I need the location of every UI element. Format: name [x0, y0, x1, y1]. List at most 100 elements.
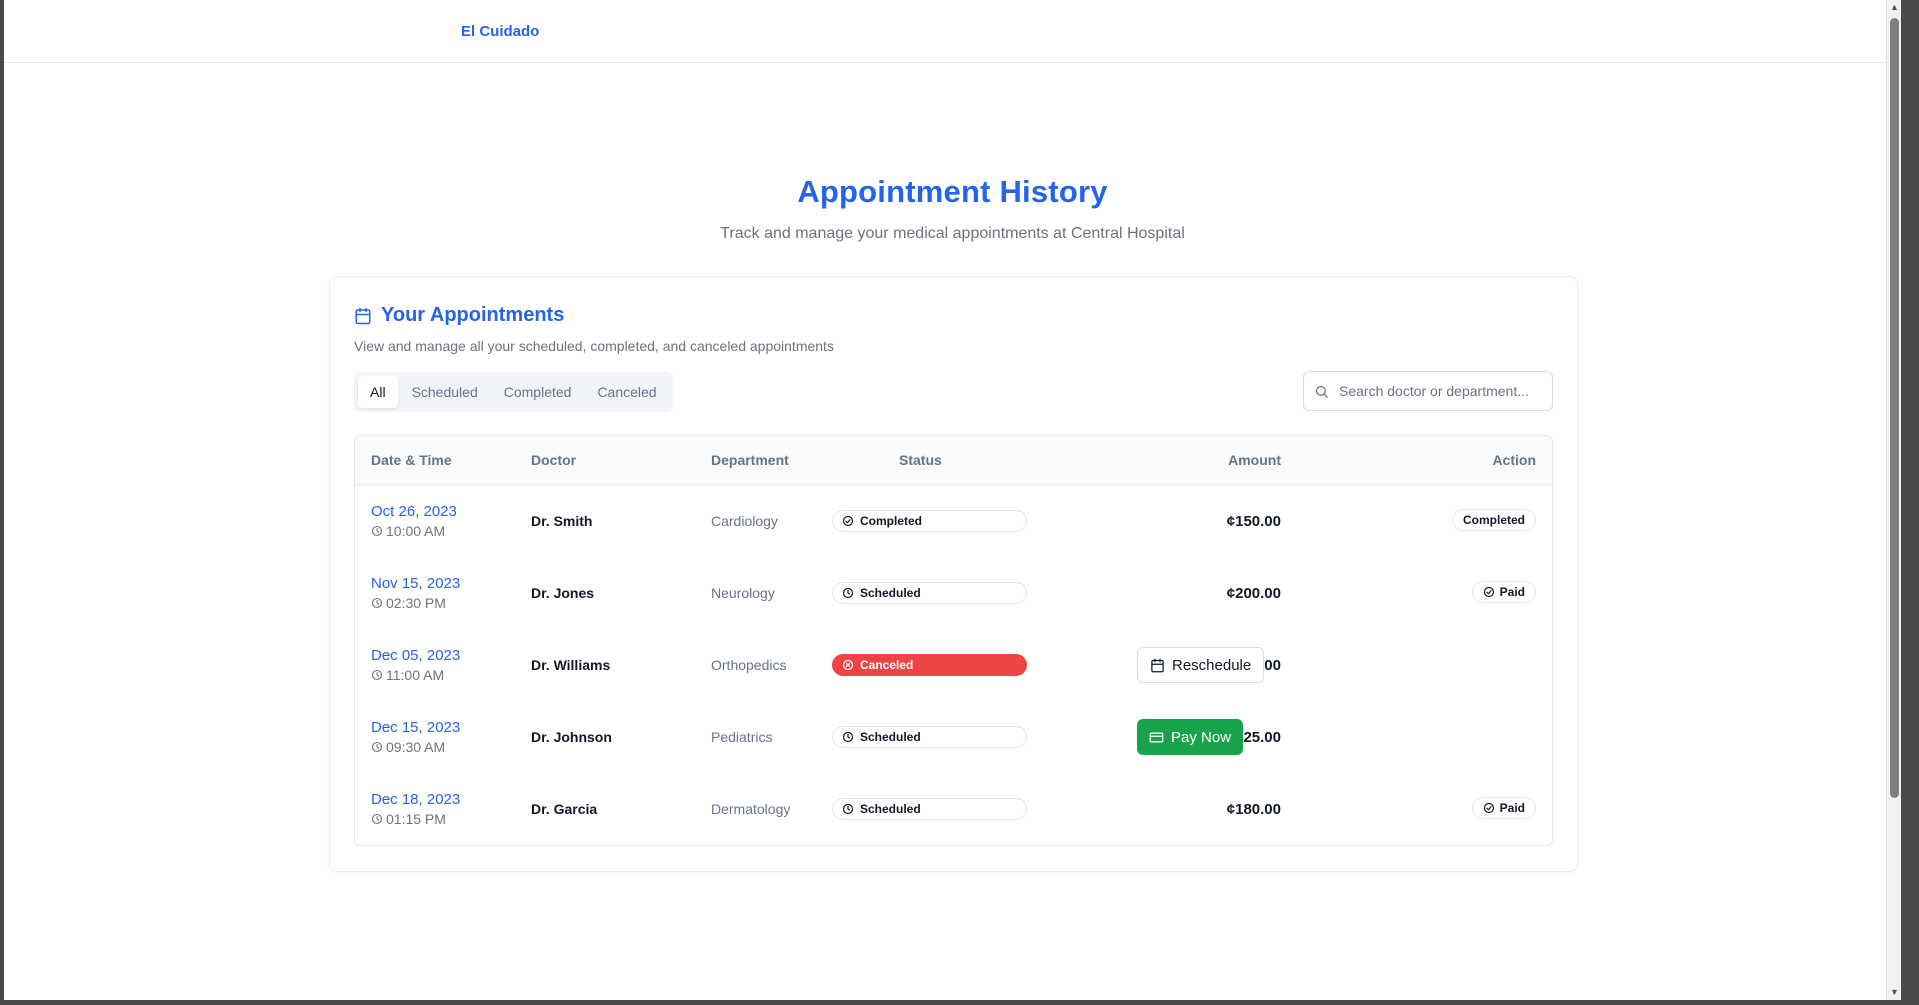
department-cell: Neurology: [711, 585, 775, 601]
doctor-cell: Dr. Jones: [531, 585, 595, 601]
department-cell: Orthopedics: [711, 657, 787, 673]
department-cell: Dermatology: [711, 801, 791, 817]
appointment-time: 11:00 AM: [371, 667, 460, 683]
appointment-time: 09:30 AM: [371, 739, 460, 755]
scrollbar-thumb[interactable]: [1890, 18, 1899, 798]
reschedule-button[interactable]: Reschedule: [1137, 647, 1265, 683]
credit-card-icon: [1149, 730, 1164, 745]
time-label: 10:00 AM: [386, 523, 446, 539]
date-cell: Oct 26, 2023 10:00 AM: [371, 503, 457, 539]
appointment-date: Dec 15, 2023: [371, 719, 461, 736]
amount-cell: ¢180.00: [1226, 801, 1281, 818]
pay-now-label: Pay Now: [1171, 728, 1232, 746]
table-row: Nov 15, 2023 02:30 PM Dr. Jones Neurolog…: [355, 557, 1552, 629]
hero: Appointment History Track and manage you…: [4, 174, 1901, 243]
card-title: Your Appointments: [381, 304, 565, 326]
page-scrollbar[interactable]: ▲ ▼: [1886, 0, 1901, 1000]
search-icon: [1314, 384, 1329, 399]
card-header: Your Appointments: [354, 304, 564, 327]
x-circle-icon: [842, 659, 854, 671]
status-badge: Completed: [832, 510, 1027, 532]
time-label: 09:30 AM: [386, 739, 446, 755]
appointment-time: 01:15 PM: [371, 811, 460, 827]
doctor-cell: Dr. Johnson: [531, 729, 612, 745]
header-action: Action: [1492, 452, 1536, 468]
paid-badge: Paid: [1471, 797, 1536, 819]
clock-icon: [842, 587, 854, 599]
appointment-date: Dec 18, 2023: [371, 791, 461, 808]
search-input[interactable]: [1339, 383, 1539, 399]
clock-icon: [842, 803, 854, 815]
page-title: Appointment History: [797, 174, 1108, 209]
status-label: Scheduled: [860, 730, 921, 744]
clock-icon: [371, 741, 383, 753]
header-date: Date & Time: [371, 452, 452, 468]
department-cell: Cardiology: [711, 513, 778, 529]
tab-completed[interactable]: Completed: [492, 376, 584, 408]
search-box[interactable]: [1303, 371, 1553, 411]
doctor-cell: Dr. Garcia: [531, 801, 598, 817]
time-label: 01:15 PM: [386, 811, 446, 827]
tab-all[interactable]: All: [358, 376, 398, 408]
appointment-date: Oct 26, 2023: [371, 503, 457, 520]
completed-badge: Completed: [1451, 509, 1536, 531]
date-cell: Dec 15, 2023 09:30 AM: [371, 719, 460, 755]
table-row: Dec 15, 2023 09:30 AM Dr. Johnson Pediat…: [355, 701, 1552, 773]
table-row: Dec 05, 2023 11:00 AM Dr. Williams Ortho…: [355, 629, 1552, 701]
status-label: Scheduled: [860, 586, 921, 600]
status-label: Scheduled: [860, 802, 921, 816]
doctor-cell: Dr. Smith: [531, 513, 593, 529]
date-cell: Nov 15, 2023 02:30 PM: [371, 575, 460, 611]
date-cell: Dec 05, 2023 11:00 AM: [371, 647, 460, 683]
status-label: Canceled: [860, 658, 914, 672]
paid-label: Paid: [1499, 585, 1525, 599]
appointments-card: Your Appointments View and manage all yo…: [329, 276, 1578, 872]
top-nav: El Cuidado: [4, 0, 1901, 63]
paid-badge: Paid: [1471, 581, 1536, 603]
appointments-table: Date & Time Doctor Department Status Amo…: [354, 435, 1553, 846]
reschedule-label: Reschedule: [1172, 656, 1252, 674]
calendar-icon: [354, 307, 372, 325]
filter-tabs: All Scheduled Completed Canceled: [354, 372, 673, 412]
appointment-date: Dec 05, 2023: [371, 647, 461, 664]
browser-window: El Cuidado Appointment History Track and…: [4, 0, 1901, 1000]
amount-cell: ¢200.00: [1226, 585, 1281, 602]
appointment-date: Nov 15, 2023: [371, 575, 461, 592]
clock-icon: [371, 813, 383, 825]
pay-now-button[interactable]: Pay Now: [1137, 719, 1244, 755]
appointment-time: 10:00 AM: [371, 523, 457, 539]
check-circle-icon: [842, 515, 854, 527]
time-label: 11:00 AM: [386, 667, 445, 683]
amount-cell: ¢150.00: [1226, 513, 1281, 530]
card-description: View and manage all your scheduled, comp…: [354, 338, 834, 354]
paid-label: Paid: [1499, 801, 1525, 815]
status-badge: Scheduled: [832, 798, 1027, 820]
time-label: 02:30 PM: [386, 595, 446, 611]
header-status: Status: [899, 452, 942, 468]
status-badge: Canceled: [832, 654, 1027, 676]
doctor-cell: Dr. Williams: [531, 657, 611, 673]
scroll-down-icon[interactable]: ▼: [1889, 987, 1900, 998]
tab-canceled[interactable]: Canceled: [585, 376, 668, 408]
table-header: Date & Time Doctor Department Status Amo…: [355, 436, 1552, 485]
appointment-time: 02:30 PM: [371, 595, 460, 611]
status-badge: Scheduled: [832, 726, 1027, 748]
header-amount: Amount: [1228, 452, 1281, 468]
brand-link[interactable]: El Cuidado: [461, 23, 539, 40]
check-circle-icon: [1483, 802, 1495, 814]
calendar-icon: [1150, 658, 1165, 673]
check-circle-icon: [1483, 586, 1495, 598]
tab-scheduled[interactable]: Scheduled: [400, 376, 490, 408]
status-badge: Scheduled: [832, 582, 1027, 604]
table-row: Dec 18, 2023 01:15 PM Dr. Garcia Dermato…: [355, 773, 1552, 845]
table-row: Oct 26, 2023 10:00 AM Dr. Smith Cardiolo…: [355, 485, 1552, 557]
page-subtitle: Track and manage your medical appointmen…: [720, 225, 1185, 242]
scroll-up-icon[interactable]: ▲: [1889, 2, 1900, 13]
date-cell: Dec 18, 2023 01:15 PM: [371, 791, 460, 827]
clock-icon: [842, 731, 854, 743]
header-department: Department: [711, 452, 789, 468]
clock-icon: [371, 525, 383, 537]
clock-icon: [371, 669, 383, 681]
clock-icon: [371, 597, 383, 609]
department-cell: Pediatrics: [711, 729, 773, 745]
